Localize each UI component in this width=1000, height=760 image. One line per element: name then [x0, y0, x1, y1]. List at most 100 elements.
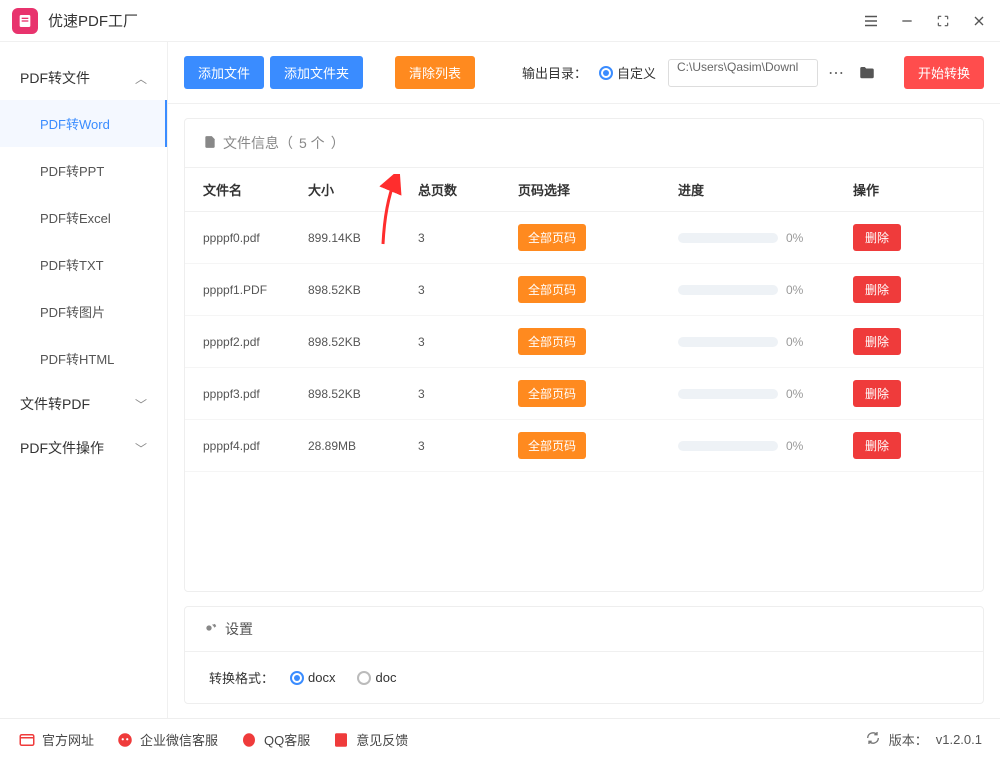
- caption-count: 5 个: [299, 133, 325, 153]
- footer-qq-support[interactable]: QQ客服: [240, 730, 310, 749]
- sidebar-item-label: PDF转TXT: [40, 258, 104, 273]
- table-caption: 文件信息（5 个）: [185, 119, 983, 168]
- sidebar-item-pdf-to-image[interactable]: PDF转图片: [0, 288, 167, 335]
- progress-text: 0%: [786, 231, 803, 245]
- footer-label: 企业微信客服: [140, 730, 218, 749]
- col-pages: 总页数: [418, 180, 518, 199]
- radio-label: docx: [308, 670, 335, 685]
- progress-bar: [678, 441, 778, 451]
- toolbar: 添加文件 添加文件夹 清除列表 输出目录： 自定义 C:\Users\Qasim…: [168, 42, 1000, 104]
- footer-feedback[interactable]: 意见反馈: [332, 730, 408, 749]
- app-title: 优速PDF工厂: [48, 10, 862, 31]
- footer-label: 官方网址: [42, 730, 94, 749]
- sidebar-group-pdf-ops[interactable]: PDF文件操作 ﹀: [0, 426, 167, 470]
- add-file-button[interactable]: 添加文件: [184, 56, 264, 89]
- sidebar-item-pdf-to-ppt[interactable]: PDF转PPT: [0, 147, 167, 194]
- sidebar-item-pdf-to-word[interactable]: PDF转Word: [0, 100, 167, 147]
- sidebar-group-pdf-to-file[interactable]: PDF转文件 ︿: [0, 56, 167, 100]
- add-folder-button[interactable]: 添加文件夹: [270, 56, 363, 89]
- cell-size: 28.89MB: [308, 439, 418, 453]
- cell-pages: 3: [418, 231, 518, 245]
- progress-text: 0%: [786, 439, 803, 453]
- sidebar-item-label: PDF转图片: [40, 305, 105, 320]
- table-row: ppppf2.pdf898.52KB3全部页码0%删除: [185, 316, 983, 368]
- sidebar-group-label: 文件转PDF: [20, 394, 90, 414]
- app-logo: [12, 8, 38, 34]
- page-select-button[interactable]: 全部页码: [518, 380, 586, 407]
- page-select-button[interactable]: 全部页码: [518, 432, 586, 459]
- delete-button[interactable]: 删除: [853, 276, 901, 303]
- table-row: ppppf0.pdf899.14KB3全部页码 0% 删除: [185, 212, 983, 264]
- footer-official-site[interactable]: 官方网址: [18, 730, 94, 749]
- page-select-button[interactable]: 全部页码: [518, 224, 586, 251]
- table-row: ppppf1.PDF898.52KB3全部页码 0% 删除: [185, 264, 983, 316]
- progress-text: 0%: [786, 283, 803, 297]
- start-convert-button[interactable]: 开始转换: [904, 56, 984, 89]
- delete-button[interactable]: 删除: [853, 224, 901, 251]
- progress-bar: [678, 389, 778, 399]
- progress-text: 0%: [786, 335, 803, 349]
- cell-size: 898.52KB: [308, 335, 418, 349]
- version-label: 版本：: [889, 730, 928, 749]
- folder-icon[interactable]: [854, 64, 880, 82]
- clear-list-button[interactable]: 清除列表: [395, 56, 475, 89]
- footer-version: 版本： v1.2.0.1: [865, 730, 982, 749]
- format-label: 转换格式：: [209, 668, 274, 687]
- cell-filename: ppppf3.pdf: [203, 387, 308, 401]
- menu-icon[interactable]: [862, 12, 880, 30]
- chevron-down-icon: ﹀: [135, 396, 147, 413]
- cell-size: 898.52KB: [308, 283, 418, 297]
- caption-text: ）: [331, 133, 345, 153]
- radio-docx[interactable]: docx: [290, 670, 335, 685]
- delete-button[interactable]: 删除: [853, 328, 901, 355]
- radio-label: doc: [375, 670, 396, 685]
- progress-text: 0%: [786, 387, 803, 401]
- cell-pages: 3: [418, 283, 518, 297]
- close-icon[interactable]: [970, 12, 988, 30]
- delete-button[interactable]: 删除: [853, 432, 901, 459]
- sidebar-item-pdf-to-html[interactable]: PDF转HTML: [0, 335, 167, 382]
- footer: 官方网址 企业微信客服 QQ客服 意见反馈 版本： v1.2.0.1: [0, 718, 1000, 760]
- radio-custom-dir[interactable]: 自定义: [599, 63, 656, 82]
- page-select-button[interactable]: 全部页码: [518, 276, 586, 303]
- col-progress: 进度: [678, 180, 853, 199]
- col-filename: 文件名: [203, 180, 308, 199]
- cell-size: 898.52KB: [308, 387, 418, 401]
- table-row: ppppf3.pdf898.52KB3全部页码 0% 删除: [185, 368, 983, 420]
- refresh-icon[interactable]: [865, 730, 881, 749]
- sidebar-item-label: PDF转Word: [40, 117, 110, 132]
- radio-doc[interactable]: doc: [357, 670, 396, 685]
- settings-panel: 设置 转换格式： docx doc: [184, 606, 984, 704]
- cell-filename: ppppf1.PDF: [203, 283, 308, 297]
- footer-wechat-support[interactable]: 企业微信客服: [116, 730, 218, 749]
- sidebar-group-file-to-pdf[interactable]: 文件转PDF ﹀: [0, 382, 167, 426]
- sidebar-item-pdf-to-txt[interactable]: PDF转TXT: [0, 241, 167, 288]
- sidebar: PDF转文件 ︿ PDF转Word PDF转PPT PDF转Excel PDF转…: [0, 42, 168, 718]
- page-select-button[interactable]: 全部页码: [518, 328, 586, 355]
- cell-filename: ppppf2.pdf: [203, 335, 308, 349]
- more-icon[interactable]: ⋯: [824, 63, 848, 83]
- sidebar-group-label: PDF转文件: [20, 68, 90, 88]
- progress-bar: [678, 337, 778, 347]
- sidebar-group-label: PDF文件操作: [20, 438, 104, 458]
- sidebar-item-pdf-to-excel[interactable]: PDF转Excel: [0, 194, 167, 241]
- settings-title: 设置: [225, 619, 253, 639]
- col-size: 大小: [308, 180, 418, 199]
- version-value: v1.2.0.1: [936, 732, 982, 747]
- chevron-down-icon: ﹀: [135, 440, 147, 457]
- radio-label: 自定义: [617, 63, 656, 82]
- chevron-up-icon: ︿: [135, 70, 147, 87]
- footer-label: QQ客服: [264, 730, 310, 749]
- cell-pages: 3: [418, 439, 518, 453]
- cell-pages: 3: [418, 387, 518, 401]
- titlebar: 优速PDF工厂: [0, 0, 1000, 42]
- output-path-input[interactable]: C:\Users\Qasim\Downl: [668, 59, 818, 87]
- minimize-icon[interactable]: [898, 12, 916, 30]
- cell-size: 899.14KB: [308, 231, 418, 245]
- file-icon: [203, 135, 217, 152]
- cell-filename: ppppf0.pdf: [203, 231, 308, 245]
- col-action: 操作: [853, 180, 923, 199]
- maximize-icon[interactable]: [934, 12, 952, 30]
- output-dir-label: 输出目录：: [522, 63, 587, 82]
- delete-button[interactable]: 删除: [853, 380, 901, 407]
